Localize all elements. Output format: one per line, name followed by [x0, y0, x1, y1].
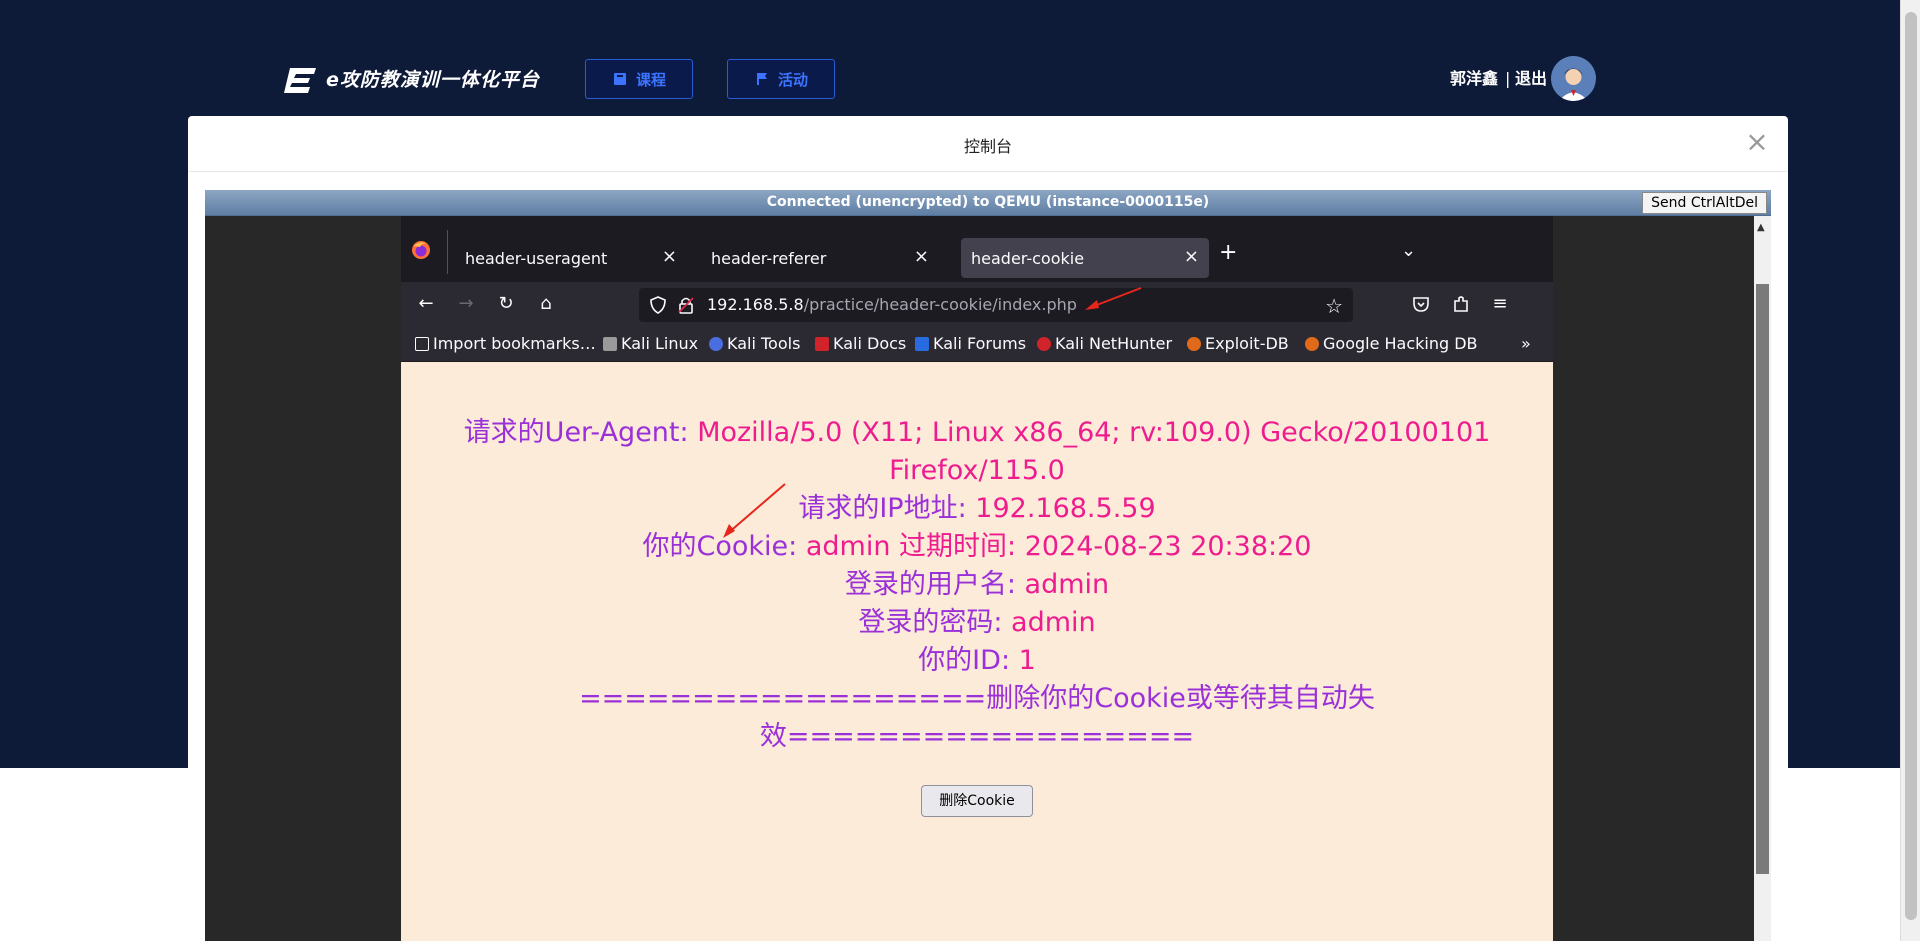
- annotation-arrow-cookie: [723, 483, 786, 538]
- vm-desktop-left: [205, 216, 401, 941]
- book-icon: [613, 73, 626, 85]
- user-name[interactable]: 郭洋鑫: [1450, 68, 1498, 90]
- avatar[interactable]: [1551, 56, 1596, 101]
- modal-title: 控制台: [963, 137, 1012, 156]
- modal-header: 控制台 ×: [188, 116, 1788, 172]
- nav-activity-label: 活动: [777, 70, 808, 89]
- console-modal: 控制台 × Connected (unencrypted) to QEMU (i…: [188, 116, 1788, 941]
- site-logo-icon: [284, 68, 316, 93]
- send-ctrlaltdel-button[interactable]: Send CtrlAltDel: [1642, 192, 1767, 214]
- nav-activity-button[interactable]: 活动: [727, 59, 835, 99]
- user-separator: |: [1505, 69, 1511, 88]
- vnc-status-text: Connected (unencrypted) to QEMU (instanc…: [766, 194, 1210, 210]
- flag-icon: [756, 73, 767, 85]
- firefox-window: header-useragent × header-referer × head…: [401, 216, 1553, 941]
- logout-link[interactable]: 退出: [1515, 68, 1547, 90]
- annotation-arrow-url: [1085, 287, 1142, 310]
- vm-desktop-right: [1553, 216, 1758, 941]
- vnc-scrollbar[interactable]: ▲: [1754, 216, 1771, 941]
- page-scrollbar[interactable]: [1900, 0, 1920, 941]
- close-icon[interactable]: ×: [1744, 128, 1770, 156]
- nav-courses-button[interactable]: 课程: [585, 59, 693, 99]
- vnc-console[interactable]: Connected (unencrypted) to QEMU (instanc…: [205, 190, 1771, 941]
- vnc-status-bar: Connected (unencrypted) to QEMU (instanc…: [205, 190, 1771, 216]
- scroll-up-icon[interactable]: ▲: [1757, 222, 1765, 233]
- annotation-arrows: [723, 287, 1142, 538]
- vnc-scrollbar-thumb[interactable]: [1756, 284, 1769, 874]
- site-title[interactable]: e攻防教演训一体化平台: [326, 66, 540, 94]
- page-scrollbar-thumb[interactable]: [1905, 12, 1917, 920]
- avatar-person-icon: [1551, 56, 1596, 101]
- nav-courses-label: 课程: [635, 70, 666, 89]
